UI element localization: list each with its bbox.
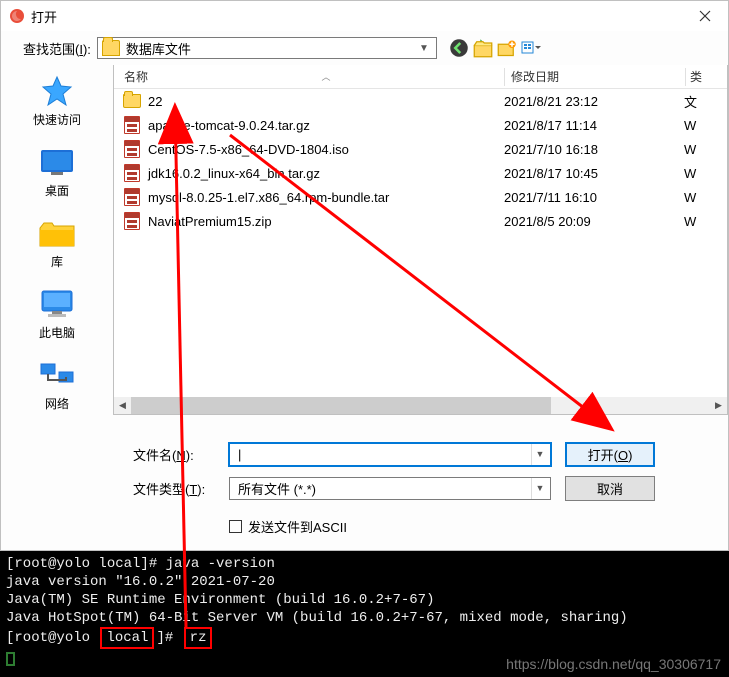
chevron-down-icon[interactable]: ▼ bbox=[416, 43, 432, 54]
lookin-toolbar bbox=[449, 38, 541, 58]
archive-icon bbox=[122, 188, 142, 206]
file-row[interactable]: mysql-8.0.25-1.el7.x86_64.rpm-bundle.tar… bbox=[114, 185, 727, 209]
file-rows: 222021/8/21 23:12文apache-tomcat-9.0.24.t… bbox=[114, 89, 727, 397]
sidebar-item-this-pc[interactable]: 此电脑 bbox=[12, 288, 102, 341]
quick-access-icon bbox=[37, 75, 77, 109]
file-type: W bbox=[684, 214, 704, 229]
terminal-prompt-line: [root@yolo local]# rz bbox=[6, 627, 723, 649]
file-list: 名称 ︿ 修改日期 类 222021/8/21 23:12文apache-tom… bbox=[113, 65, 728, 415]
terminal-line: [root@yolo local]# java -version bbox=[6, 555, 723, 573]
file-type: W bbox=[684, 190, 704, 205]
column-header-date[interactable]: 修改日期 bbox=[505, 68, 685, 85]
file-name: mysql-8.0.25-1.el7.x86_64.rpm-bundle.tar bbox=[148, 190, 504, 205]
sidebar-item-label: 此电脑 bbox=[39, 324, 75, 341]
file-name: 22 bbox=[148, 94, 504, 109]
open-file-dialog: 打开 查找范围(I): 数据库文件 ▼ bbox=[0, 0, 729, 551]
sidebar-item-label: 库 bbox=[51, 253, 63, 270]
file-row[interactable]: jdk16.0.2_linux-x64_bin.tar.gz2021/8/17 … bbox=[114, 161, 727, 185]
terminal-line: Java HotSpot(TM) 64-Bit Server VM (build… bbox=[6, 609, 723, 627]
filename-label: 文件名(N): bbox=[133, 445, 229, 464]
up-one-level-button[interactable] bbox=[473, 38, 493, 58]
bottom-panel: 文件名(N): | ▼ 打开(O) 文件类型(T): 所有文件 (*.*) ▼ … bbox=[1, 415, 728, 546]
file-name: CentOS-7.5-x86_64-DVD-1804.iso bbox=[148, 142, 504, 157]
file-date: 2021/7/11 16:10 bbox=[504, 190, 684, 205]
file-type: W bbox=[684, 142, 704, 157]
network-icon bbox=[37, 359, 77, 393]
view-menu-button[interactable] bbox=[521, 38, 541, 58]
archive-icon bbox=[122, 212, 142, 230]
column-header-type[interactable]: 类 bbox=[686, 68, 712, 85]
highlight-box-local: local bbox=[100, 627, 154, 649]
highlight-box-command: rz bbox=[184, 627, 213, 649]
archive-icon bbox=[122, 116, 142, 134]
file-date: 2021/8/21 23:12 bbox=[504, 94, 684, 109]
archive-icon bbox=[122, 140, 142, 158]
scroll-right-button[interactable]: ▶ bbox=[710, 397, 727, 414]
sidebar-item-library[interactable]: 库 bbox=[12, 217, 102, 270]
folder-icon bbox=[102, 40, 120, 56]
lookin-value: 数据库文件 bbox=[126, 39, 416, 58]
desktop-icon bbox=[37, 146, 77, 180]
titlebar: 打开 bbox=[1, 1, 728, 31]
file-row[interactable]: NaviatPremium15.zip2021/8/5 20:09W bbox=[114, 209, 727, 233]
watermark: https://blog.csdn.net/qq_30306717 bbox=[506, 655, 721, 673]
chevron-down-icon[interactable]: ▼ bbox=[531, 444, 548, 465]
ascii-checkbox-row[interactable]: 发送文件到ASCII bbox=[229, 517, 718, 536]
file-row[interactable]: CentOS-7.5-x86_64-DVD-1804.iso2021/7/10 … bbox=[114, 137, 727, 161]
library-icon bbox=[37, 217, 77, 251]
sidebar-item-label: 网络 bbox=[45, 395, 69, 412]
file-date: 2021/8/5 20:09 bbox=[504, 214, 684, 229]
file-row[interactable]: apache-tomcat-9.0.24.tar.gz2021/8/17 11:… bbox=[114, 113, 727, 137]
window-title: 打开 bbox=[31, 7, 57, 26]
filetype-label: 文件类型(T): bbox=[133, 479, 229, 498]
file-row[interactable]: 222021/8/21 23:12文 bbox=[114, 89, 727, 113]
scroll-left-button[interactable]: ◀ bbox=[114, 397, 131, 414]
column-header-name[interactable]: 名称 ︿ bbox=[114, 68, 504, 85]
chevron-down-icon[interactable]: ▼ bbox=[531, 478, 548, 499]
lookin-combo[interactable]: 数据库文件 ▼ bbox=[97, 37, 437, 59]
app-icon bbox=[9, 8, 25, 24]
filetype-combo[interactable]: 所有文件 (*.*) ▼ bbox=[229, 477, 551, 500]
new-folder-button[interactable] bbox=[497, 38, 517, 58]
file-date: 2021/8/17 11:14 bbox=[504, 118, 684, 133]
file-date: 2021/7/10 16:18 bbox=[504, 142, 684, 157]
file-name: jdk16.0.2_linux-x64_bin.tar.gz bbox=[148, 166, 504, 181]
file-name: NaviatPremium15.zip bbox=[148, 214, 504, 229]
cancel-button[interactable]: 取消 bbox=[565, 476, 655, 501]
file-date: 2021/8/17 10:45 bbox=[504, 166, 684, 181]
terminal-line: java version "16.0.2" 2021-07-20 bbox=[6, 573, 723, 591]
folder-icon bbox=[122, 92, 142, 110]
lookin-label: 查找范围(I): bbox=[23, 39, 91, 58]
file-type: W bbox=[684, 118, 704, 133]
lookin-row: 查找范围(I): 数据库文件 ▼ bbox=[1, 31, 728, 65]
terminal-line: Java(TM) SE Runtime Environment (build 1… bbox=[6, 591, 723, 609]
sidebar-item-desktop[interactable]: 桌面 bbox=[12, 146, 102, 199]
terminal[interactable]: [root@yolo local]# java -version java ve… bbox=[0, 551, 729, 677]
open-button[interactable]: 打开(O) bbox=[565, 442, 655, 467]
close-button[interactable] bbox=[682, 1, 728, 31]
filename-input[interactable]: | ▼ bbox=[229, 443, 551, 466]
this-pc-icon bbox=[37, 288, 77, 322]
terminal-cursor bbox=[6, 652, 15, 666]
sidebar-item-label: 桌面 bbox=[45, 182, 69, 199]
places-sidebar: 快速访问 桌面 库 此电脑 bbox=[1, 65, 113, 415]
horizontal-scrollbar[interactable]: ◀ ▶ bbox=[114, 397, 727, 414]
main-area: 快速访问 桌面 库 此电脑 bbox=[1, 65, 728, 415]
back-button[interactable] bbox=[449, 38, 469, 58]
file-type: W bbox=[684, 166, 704, 181]
checkbox-icon[interactable] bbox=[229, 520, 242, 533]
sidebar-item-label: 快速访问 bbox=[33, 111, 81, 128]
sidebar-item-network[interactable]: 网络 bbox=[12, 359, 102, 412]
scrollbar-thumb[interactable] bbox=[131, 397, 551, 414]
file-type: 文 bbox=[684, 92, 704, 111]
file-name: apache-tomcat-9.0.24.tar.gz bbox=[148, 118, 504, 133]
sidebar-item-quick-access[interactable]: 快速访问 bbox=[12, 75, 102, 128]
archive-icon bbox=[122, 164, 142, 182]
ascii-checkbox-label: 发送文件到ASCII bbox=[248, 517, 347, 536]
column-headers: 名称 ︿ 修改日期 类 bbox=[114, 65, 727, 89]
